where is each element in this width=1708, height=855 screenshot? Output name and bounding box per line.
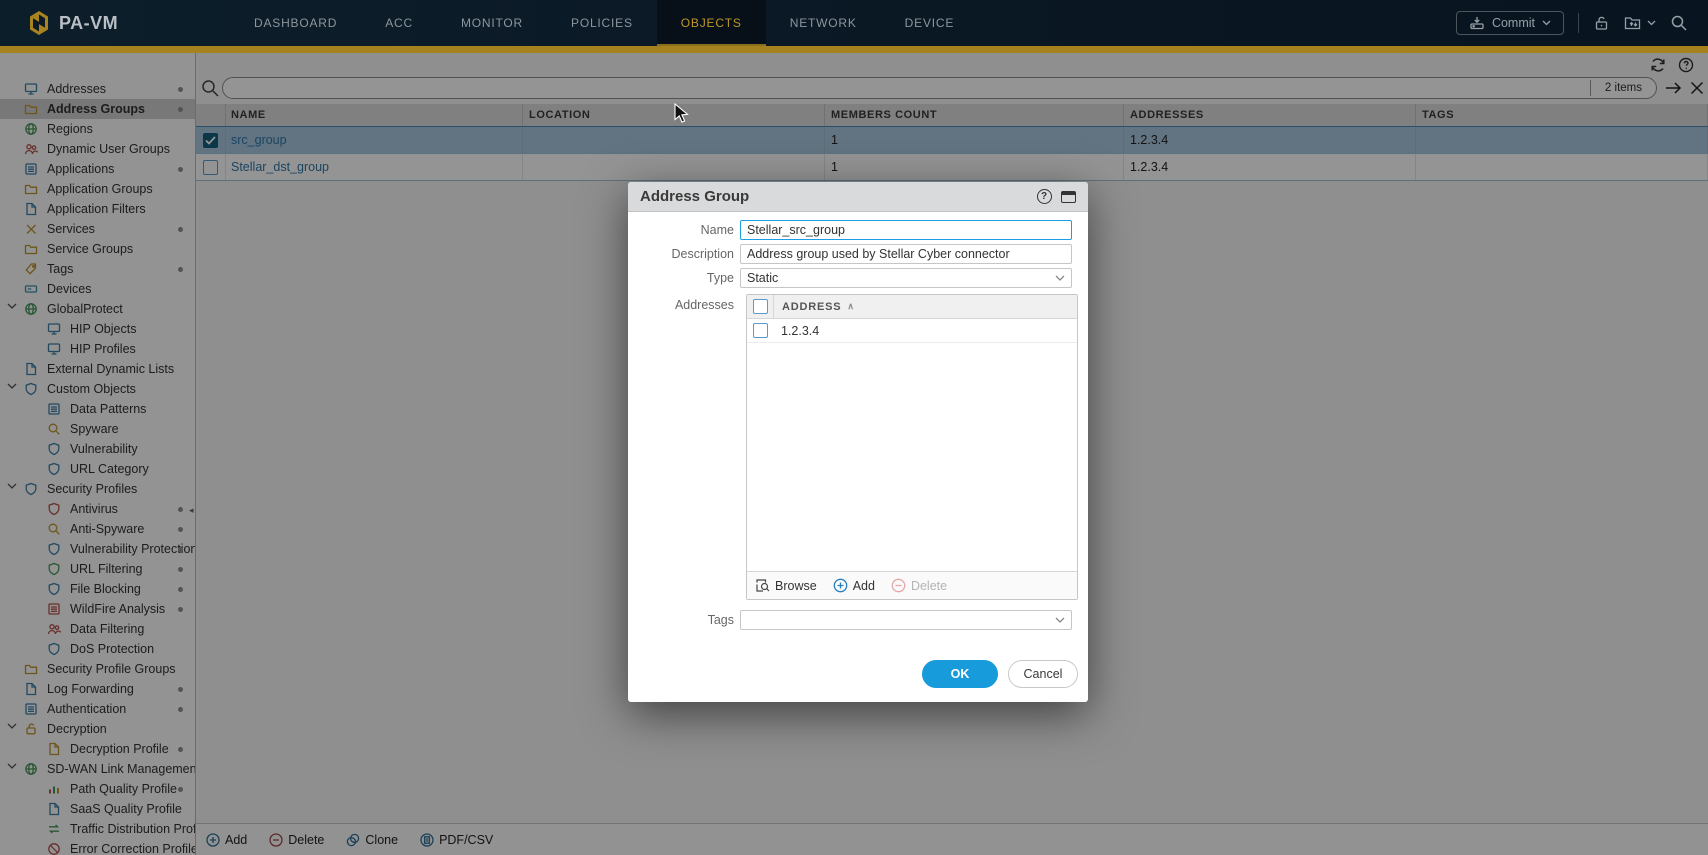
- address-value: 1.2.3.4: [773, 324, 819, 338]
- type-value: Static: [747, 271, 778, 285]
- cancel-button[interactable]: Cancel: [1008, 660, 1078, 688]
- addresses-label: Addresses: [628, 298, 740, 312]
- address-checkbox[interactable]: [753, 323, 768, 338]
- accent-stripe: [0, 46, 1708, 53]
- nav-tab-device[interactable]: DEVICE: [881, 0, 978, 46]
- mouse-cursor: [674, 103, 690, 125]
- plus-circle-icon: [833, 578, 848, 593]
- dialog-title: Address Group: [640, 188, 749, 205]
- config-folder-icon[interactable]: [1624, 15, 1656, 31]
- global-search-icon[interactable]: [1670, 14, 1688, 32]
- description-input[interactable]: [740, 244, 1072, 264]
- ok-button[interactable]: OK: [922, 660, 998, 688]
- name-input[interactable]: [740, 220, 1072, 240]
- type-label: Type: [628, 271, 740, 285]
- address-group-dialog: Address Group ? Name Description Type St: [628, 182, 1088, 702]
- browse-button[interactable]: Browse: [755, 578, 817, 593]
- name-row: Name: [628, 220, 1088, 240]
- dialog-header: Address Group ?: [628, 182, 1088, 212]
- nav-tab-objects[interactable]: OBJECTS: [657, 0, 766, 46]
- nav-tab-monitor[interactable]: MONITOR: [437, 0, 547, 46]
- chevron-down-icon: [1542, 20, 1551, 26]
- dialog-help-icon[interactable]: ?: [1036, 189, 1052, 205]
- top-nav: PA-VM DASHBOARDACCMONITORPOLICIESOBJECTS…: [0, 0, 1708, 46]
- description-label: Description: [628, 247, 740, 261]
- brand: PA-VM: [0, 10, 230, 36]
- select-all-checkbox[interactable]: [753, 299, 768, 314]
- pan-os-app: PA-VM DASHBOARDACCMONITORPOLICIESOBJECTS…: [0, 0, 1708, 855]
- dialog-buttons: OK Cancel: [922, 660, 1078, 688]
- address-column-header[interactable]: ADDRESS ∧: [773, 295, 1077, 318]
- addresses-rows: 1.2.3.4: [747, 319, 1077, 343]
- dialog-detach-icon[interactable]: [1060, 189, 1076, 205]
- commit-label: Commit: [1492, 16, 1535, 30]
- main-nav-tabs: DASHBOARDACCMONITORPOLICIESOBJECTSNETWOR…: [230, 0, 978, 46]
- minus-circle-icon: [891, 578, 906, 593]
- nav-right-controls: Commit: [1456, 11, 1708, 35]
- addresses-footer: Browse Add Delete: [747, 571, 1077, 599]
- chevron-down-icon: [1055, 275, 1065, 281]
- nav-tab-network[interactable]: NETWORK: [766, 0, 881, 46]
- addresses-box: ADDRESS ∧ 1.2.3.4 Browse Add: [746, 294, 1078, 600]
- description-row: Description: [628, 244, 1088, 264]
- delete-address-button[interactable]: Delete: [891, 578, 947, 593]
- addresses-table-header: ADDRESS ∧: [747, 295, 1077, 319]
- name-label: Name: [628, 223, 740, 237]
- brand-name: PA-VM: [59, 13, 118, 34]
- nav-divider: [1578, 13, 1579, 33]
- paloalto-logo-icon: [28, 10, 50, 36]
- address-row[interactable]: 1.2.3.4: [747, 319, 1077, 343]
- commit-button[interactable]: Commit: [1456, 11, 1564, 35]
- browse-icon: [755, 578, 770, 593]
- type-select[interactable]: Static: [740, 268, 1072, 288]
- tags-row: Tags: [628, 610, 1088, 630]
- addresses-empty-area: [747, 343, 1077, 571]
- dialog-header-icons: ?: [1036, 189, 1076, 205]
- type-row: Type Static: [628, 268, 1088, 288]
- commit-device-icon: [1469, 16, 1485, 30]
- nav-tab-policies[interactable]: POLICIES: [547, 0, 657, 46]
- tags-select[interactable]: [740, 610, 1072, 630]
- chevron-down-icon: [1055, 617, 1065, 623]
- unlock-icon[interactable]: [1593, 15, 1610, 32]
- tags-label: Tags: [628, 613, 740, 627]
- nav-tab-dashboard[interactable]: DASHBOARD: [230, 0, 361, 46]
- sort-asc-icon: ∧: [847, 301, 854, 312]
- nav-tab-acc[interactable]: ACC: [361, 0, 437, 46]
- add-address-button[interactable]: Add: [833, 578, 875, 593]
